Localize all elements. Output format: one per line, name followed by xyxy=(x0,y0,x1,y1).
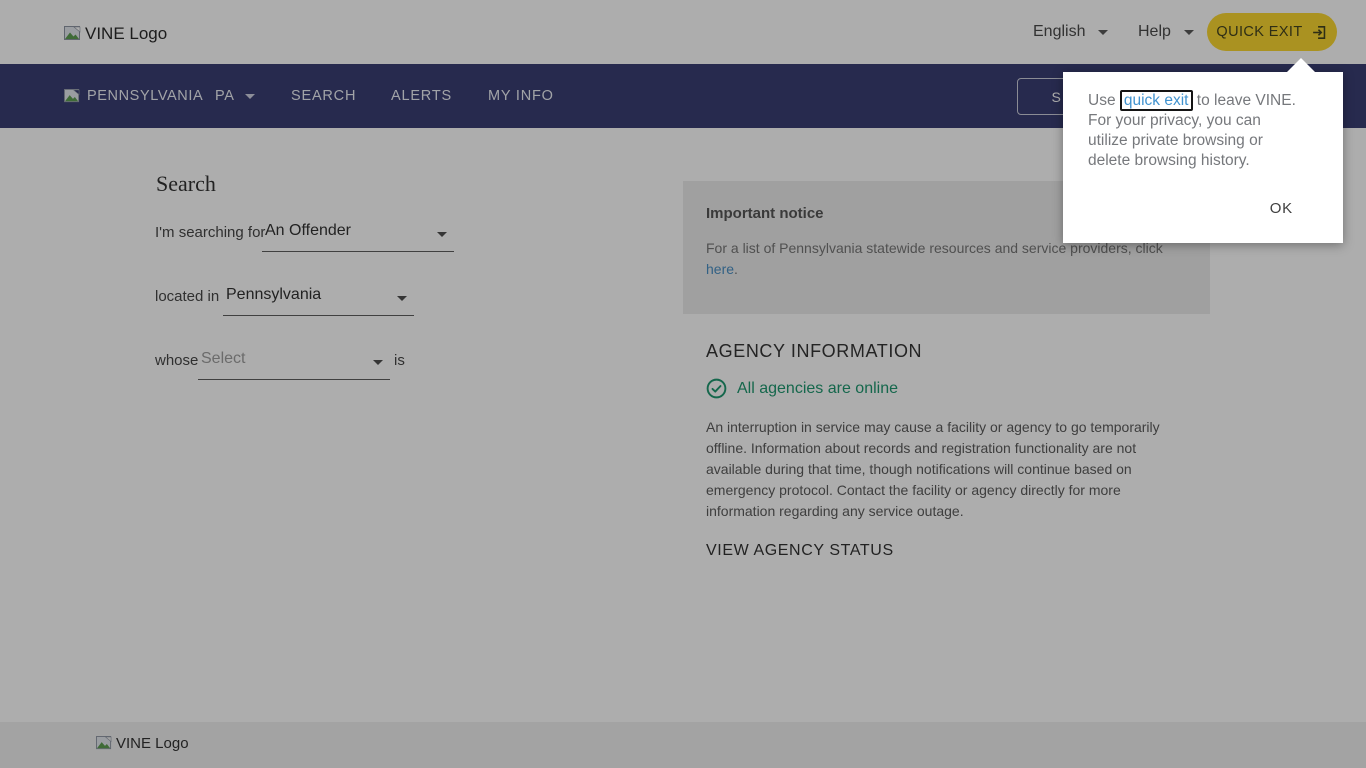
tooltip-quick-exit-link[interactable]: quick exit xyxy=(1120,90,1193,111)
tooltip-text-before: Use xyxy=(1088,92,1120,109)
tooltip-arrow-icon xyxy=(1287,58,1315,72)
quick-exit-tooltip: Use quick exit to leave VINE. For your p… xyxy=(1063,72,1343,243)
tooltip-text: Use quick exit to leave VINE. For your p… xyxy=(1088,91,1296,171)
tooltip-ok-button[interactable]: OK xyxy=(1270,200,1293,217)
